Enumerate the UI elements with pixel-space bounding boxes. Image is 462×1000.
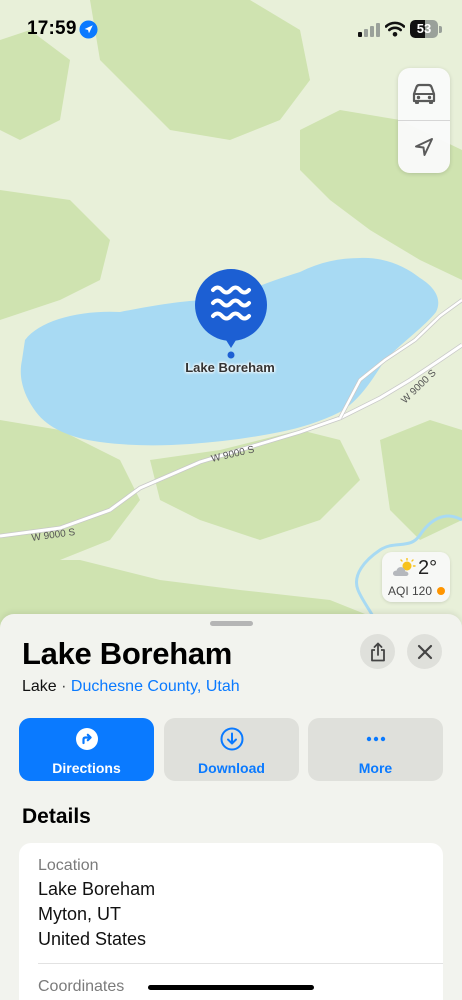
- card-divider: [38, 963, 443, 964]
- place-title: Lake Boreham: [22, 636, 233, 671]
- battery-tip: [439, 26, 442, 33]
- location-line[interactable]: Myton, UT: [38, 904, 121, 925]
- transport-mode-button[interactable]: [398, 68, 450, 120]
- status-bar: 17:59 53: [0, 0, 462, 58]
- home-indicator[interactable]: [148, 985, 314, 990]
- battery-icon: 53: [410, 20, 438, 38]
- map-view[interactable]: W 9000 S W 9000 S W 9000 S: [0, 0, 462, 640]
- place-subtitle: Lake · Duchesne County, Utah: [22, 678, 240, 696]
- location-line[interactable]: Lake Boreham: [38, 879, 155, 900]
- place-region-link[interactable]: Duchesne County, Utah: [71, 678, 240, 695]
- map-controls: [398, 68, 450, 173]
- download-icon: [220, 727, 243, 751]
- partly-cloudy-icon: [392, 558, 416, 576]
- directions-icon: [75, 728, 98, 750]
- location-line[interactable]: United States: [38, 929, 146, 950]
- weather-temperature: 2°: [418, 557, 438, 579]
- pin-label[interactable]: Lake Boreham: [150, 360, 310, 375]
- details-heading: Details: [22, 805, 91, 828]
- download-button[interactable]: Download: [164, 718, 299, 781]
- place-sheet: Lake Boreham Lake · Duchesne County, Uta…: [0, 614, 462, 1000]
- place-type: Lake: [22, 678, 57, 695]
- directions-button[interactable]: Directions: [19, 718, 154, 781]
- weather-badge[interactable]: 2° AQI 120: [382, 552, 450, 602]
- more-button[interactable]: More: [308, 718, 443, 781]
- current-location-button[interactable]: [398, 121, 450, 173]
- weather-aqi: AQI 120: [388, 584, 433, 598]
- coordinates-label: Coordinates: [38, 978, 125, 995]
- close-icon: [417, 644, 432, 659]
- close-button[interactable]: [407, 634, 442, 669]
- location-arrow-outline-icon: [415, 138, 433, 156]
- details-card: Location Lake Boreham Myton, UT United S…: [19, 843, 443, 1000]
- more-label: More: [358, 760, 393, 776]
- sheet-grabber[interactable]: [210, 621, 253, 626]
- battery-level: 53: [416, 21, 432, 36]
- car-icon: [412, 83, 436, 104]
- wifi-icon: [385, 21, 405, 37]
- location-arrow-icon: [79, 20, 98, 39]
- location-label: Location: [38, 857, 99, 874]
- share-icon: [370, 642, 385, 661]
- status-time: 17:59: [27, 18, 77, 39]
- cellular-signal-icon: [358, 23, 380, 37]
- subtitle-separator: ·: [56, 678, 71, 695]
- aqi-indicator-dot: [437, 587, 445, 595]
- more-icon: [366, 736, 385, 742]
- download-label: Download: [198, 760, 265, 776]
- directions-label: Directions: [52, 760, 121, 776]
- share-button[interactable]: [360, 634, 395, 669]
